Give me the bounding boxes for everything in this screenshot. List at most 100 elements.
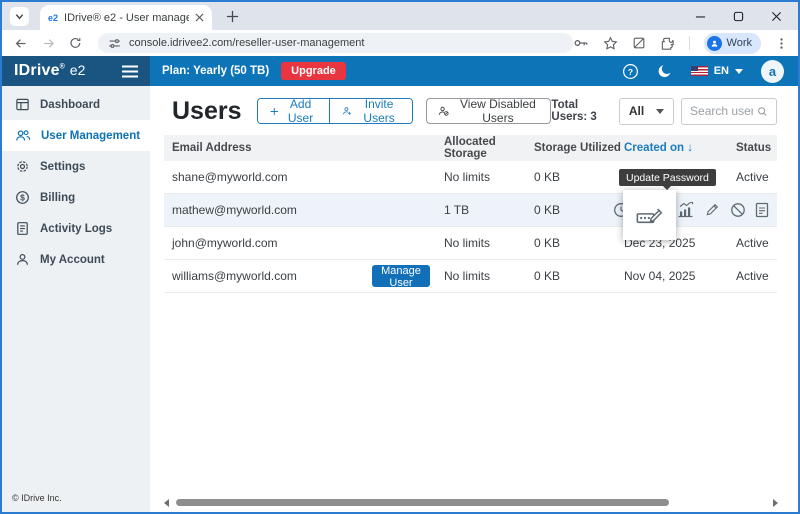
caret-down-icon	[735, 69, 743, 74]
sidebar-item-label: Dashboard	[40, 99, 100, 111]
invite-users-button[interactable]: Invite Users	[329, 99, 412, 123]
new-tab-icon[interactable]	[226, 10, 239, 23]
cell-status: Active	[736, 269, 777, 283]
sidebar-item-label: Activity Logs	[40, 223, 112, 235]
refresh-icon[interactable]	[69, 36, 82, 50]
gear-icon	[15, 159, 30, 174]
minimize-icon[interactable]	[695, 11, 706, 22]
browser-navbar: console.idrivee2.com/reseller-user-manag…	[2, 30, 798, 56]
dashboard-icon	[15, 97, 30, 112]
horizontal-scrollbar[interactable]	[164, 498, 778, 507]
dropdown-caret-icon	[656, 109, 664, 114]
scroll-right-arrow[interactable]	[773, 499, 778, 507]
view-disabled-users-button[interactable]: View Disabled Users	[426, 98, 551, 124]
sidebar-item-my-account[interactable]: My Account	[2, 244, 150, 275]
tab-close-icon[interactable]	[195, 13, 204, 22]
cell-created: Nov 04, 2025	[624, 269, 736, 283]
column-header-allocated: Allocated Storage	[444, 136, 534, 160]
copyright-text: © IDrive Inc.	[12, 493, 62, 503]
url-text: console.idrivee2.com/reseller-user-manag…	[129, 37, 364, 49]
maximize-icon[interactable]	[733, 11, 744, 22]
help-icon[interactable]: ?	[622, 63, 639, 80]
browser-tab[interactable]: e2 IDrive® e2 - User management	[40, 5, 212, 30]
language-code: EN	[714, 65, 729, 77]
page-header: Users Add User Invite Users View Disable…	[172, 96, 777, 126]
table-row[interactable]: williams@myworld.com No limits 0 KB Nov …	[164, 260, 777, 293]
sidebar-item-label: My Account	[40, 254, 105, 266]
cell-email: shane@myworld.com	[164, 170, 444, 184]
billing-icon: $	[15, 190, 30, 205]
close-icon[interactable]	[771, 11, 782, 22]
manage-user-button[interactable]: Manage User	[372, 265, 430, 287]
column-header-created-on[interactable]: Created on ↓	[624, 142, 736, 154]
cell-allocated: No limits	[444, 269, 534, 283]
main-content: Users Add User Invite Users View Disable…	[150, 86, 798, 512]
cell-allocated: No limits	[444, 170, 534, 184]
scrollbar-thumb[interactable]	[176, 499, 669, 506]
sidebar-item-label: User Management	[41, 130, 140, 142]
language-selector[interactable]: EN	[691, 65, 743, 77]
table-row[interactable]: john@myworld.com No limits 0 KB Dec 23, …	[164, 227, 777, 260]
search-input[interactable]	[690, 104, 753, 118]
user-filter-dropdown[interactable]: All	[619, 98, 674, 125]
browser-profile-button[interactable]: Work	[704, 33, 761, 54]
forward-icon[interactable]	[42, 36, 56, 51]
app-header: IDrive® e2 Plan: Yearly (50 TB) Upgrade …	[2, 56, 798, 86]
account-avatar[interactable]: a	[761, 60, 784, 83]
sidebar: Dashboard User Management Settings $ Bil…	[2, 86, 150, 512]
sidebar-item-billing[interactable]: $ Billing	[2, 182, 150, 213]
kebab-menu-icon[interactable]	[775, 37, 788, 50]
activity-logs-icon	[15, 221, 30, 236]
hamburger-menu-icon[interactable]	[122, 65, 138, 78]
scroll-left-arrow[interactable]	[164, 499, 169, 507]
disable-user-icon[interactable]	[730, 202, 746, 218]
filter-value: All	[629, 104, 644, 118]
site-info-icon[interactable]	[108, 37, 121, 50]
upgrade-button[interactable]: Upgrade	[281, 62, 346, 80]
address-bar[interactable]: console.idrivee2.com/reseller-user-manag…	[98, 33, 573, 53]
extension-icon[interactable]	[632, 36, 646, 50]
password-key-icon[interactable]	[573, 35, 589, 51]
extensions-puzzle-icon[interactable]	[660, 36, 675, 51]
table-header-row: Email Address Allocated Storage Storage …	[164, 135, 777, 161]
sort-desc-icon: ↓	[687, 142, 693, 154]
usage-chart-icon[interactable]	[677, 202, 694, 218]
cell-utilized: 0 KB	[534, 269, 624, 283]
sidebar-item-settings[interactable]: Settings	[2, 151, 150, 182]
navbar-separator	[689, 36, 690, 50]
update-password-tooltip: Update Password	[619, 169, 716, 186]
disabled-users-icon	[438, 104, 449, 118]
dark-mode-moon-icon[interactable]	[657, 63, 673, 79]
sidebar-item-user-management[interactable]: User Management	[2, 120, 150, 151]
cell-utilized: 0 KB	[534, 170, 624, 184]
cell-utilized: 0 KB	[534, 236, 624, 250]
bookmark-star-icon[interactable]	[603, 36, 618, 51]
profile-avatar-icon	[707, 36, 722, 51]
sidebar-item-label: Billing	[40, 192, 75, 204]
table-row-hovered[interactable]: mathew@myworld.com 1 TB 0 KB	[164, 194, 777, 227]
plan-label: Plan: Yearly (50 TB)	[162, 65, 269, 77]
column-header-status: Status	[736, 142, 777, 154]
users-table: Email Address Allocated Storage Storage …	[164, 135, 777, 293]
sidebar-item-dashboard[interactable]: Dashboard	[2, 89, 150, 120]
browser-tab-strip: e2 IDrive® e2 - User management	[2, 2, 798, 30]
tab-favicon: e2	[48, 13, 58, 23]
svg-text:$: $	[20, 193, 25, 203]
navbar-right-icons: Work	[573, 33, 798, 54]
back-icon[interactable]	[14, 36, 28, 51]
account-icon	[15, 252, 30, 267]
cell-status: Active	[736, 170, 777, 184]
search-icon[interactable]	[757, 105, 768, 118]
user-actions-button-group: Add User Invite Users	[257, 98, 414, 124]
cell-email: john@myworld.com	[164, 236, 444, 250]
logs-file-icon[interactable]	[755, 202, 769, 218]
add-user-button[interactable]: Add User	[258, 99, 330, 123]
sidebar-item-activity-logs[interactable]: Activity Logs	[2, 213, 150, 244]
edit-pencil-icon[interactable]	[705, 202, 720, 217]
update-password-action-card[interactable]	[623, 190, 676, 240]
plus-icon	[270, 105, 279, 118]
cell-allocated: No limits	[444, 236, 534, 250]
tab-search-button[interactable]	[10, 7, 29, 26]
users-icon	[15, 128, 31, 143]
us-flag-icon	[691, 66, 708, 76]
